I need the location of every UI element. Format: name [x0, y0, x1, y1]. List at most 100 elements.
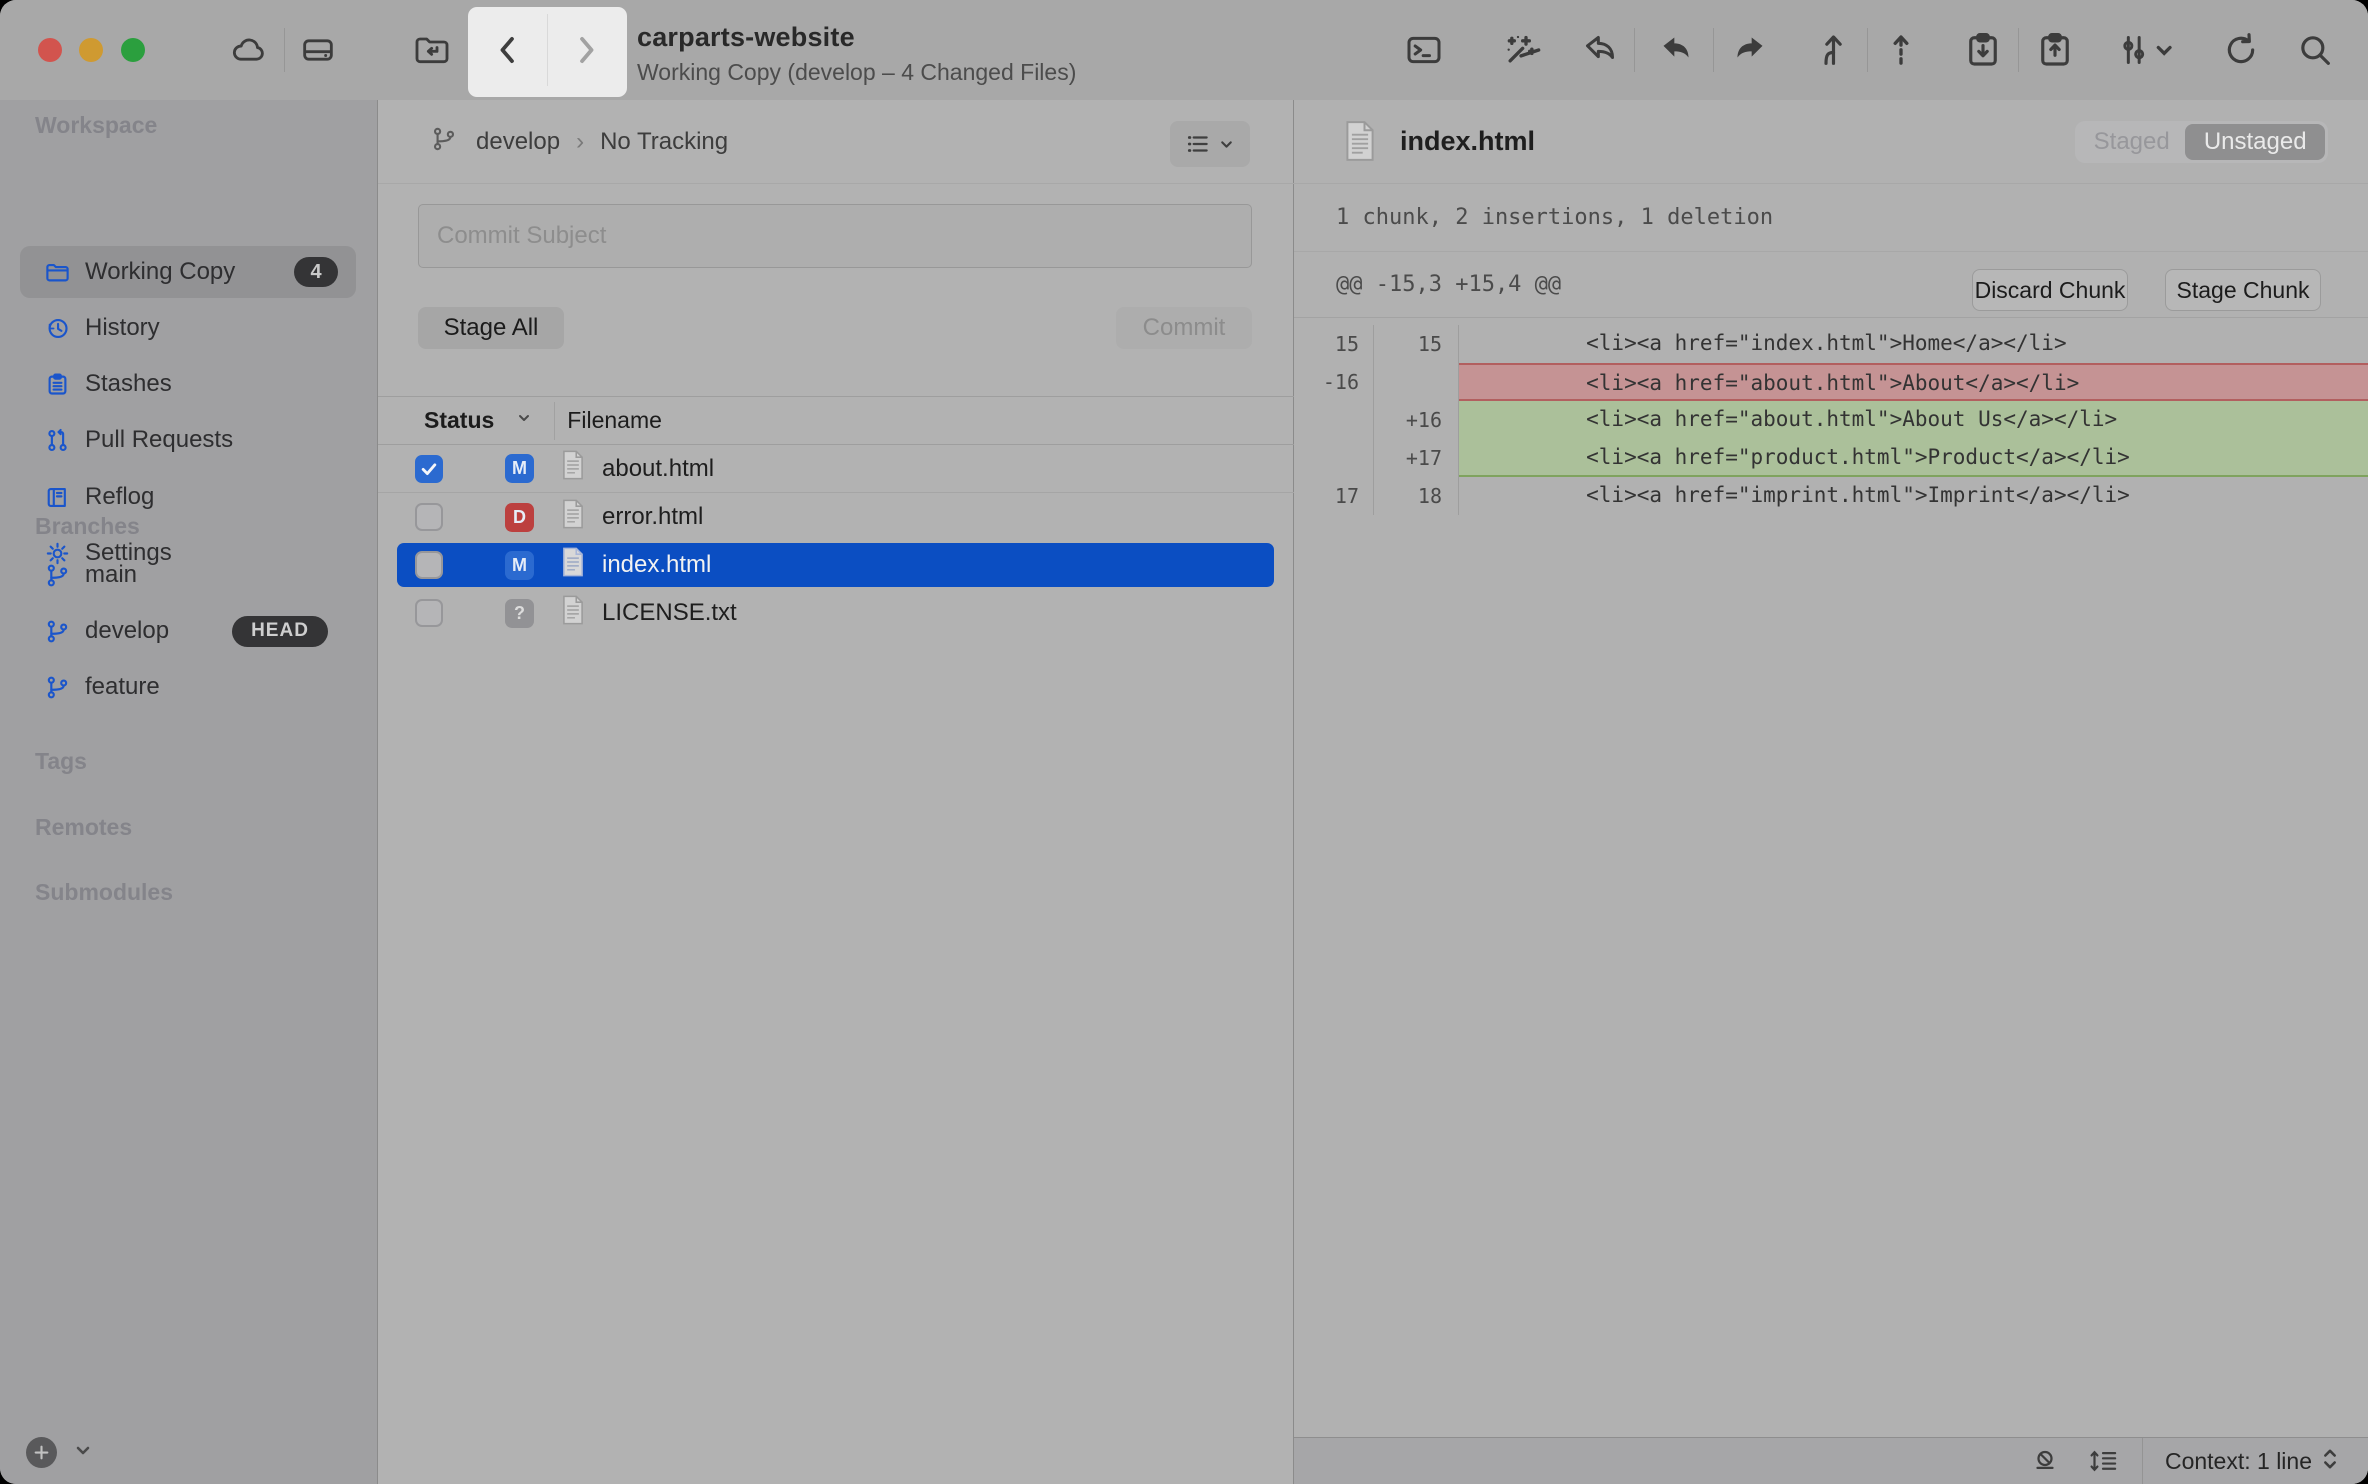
undo-icon[interactable] [1580, 30, 1620, 70]
branch-breadcrumb-bar: develop › No Tracking [378, 100, 1294, 184]
fetch-dashed-arrow-icon[interactable] [1881, 30, 1921, 70]
changes-panel: develop › No Tracking Stage All Commit S… [378, 100, 1294, 1484]
file-row-error[interactable]: D error.html [378, 493, 1294, 541]
push-icon[interactable] [1730, 30, 1770, 70]
sidebar-section-tags[interactable]: Tags [35, 748, 87, 775]
stage-checkbox[interactable] [415, 551, 443, 579]
file-icon [560, 449, 586, 488]
new-line-number: +17 [1374, 439, 1459, 477]
minimize-window-button[interactable] [79, 38, 103, 62]
stash-save-icon[interactable] [1962, 29, 2004, 71]
old-line-number: 17 [1294, 477, 1374, 515]
line-spacing-icon[interactable] [2086, 1446, 2120, 1476]
sort-chevron-icon[interactable] [516, 410, 532, 431]
sidebar-item-branch-develop[interactable]: develop HEAD [0, 605, 378, 657]
file-row-license[interactable]: ? LICENSE.txt [378, 589, 1294, 637]
sidebar-section-remotes[interactable]: Remotes [35, 814, 132, 841]
sidebar: Workspace Working Copy 4 History Stashes [0, 100, 378, 1484]
sidebar-section-submodules[interactable]: Submodules [35, 879, 173, 906]
diff-line-context: 15 15 <li><a href="index.html">Home</a><… [1294, 325, 2368, 363]
sidebar-item-working-copy[interactable]: Working Copy 4 [0, 246, 378, 298]
file-row-about[interactable]: M about.html [378, 445, 1294, 493]
add-repository-chevron[interactable] [71, 1438, 95, 1467]
add-repository-button[interactable] [26, 1437, 57, 1468]
sidebar-item-branch-feature[interactable]: feature [0, 661, 378, 713]
cloud-icon[interactable] [229, 30, 269, 70]
filename: error.html [602, 503, 703, 531]
column-divider [554, 402, 555, 440]
view-options-button[interactable] [1170, 121, 1250, 167]
pull-icon[interactable] [1656, 30, 1696, 70]
zoom-window-button[interactable] [121, 38, 145, 62]
sidebar-section-branches: Branches [35, 513, 140, 540]
diff-panel: index.html Staged Unstaged 1 chunk, 2 in… [1294, 100, 2368, 1484]
old-line-number [1294, 439, 1374, 477]
chunk-header-bar: @@ -15,3 +15,4 @@ Discard Chunk Stage Ch… [1294, 252, 2368, 318]
staged-tab[interactable]: Staged [2078, 124, 2185, 160]
merge-up-icon[interactable] [1811, 30, 1851, 70]
new-line-number: +16 [1374, 401, 1459, 439]
terminal-icon[interactable] [1404, 30, 1444, 70]
code-text: <li><a href="product.html">Product</a></… [1459, 439, 2368, 477]
stage-chunk-button[interactable]: Stage Chunk [2165, 269, 2321, 311]
stage-checkbox[interactable] [415, 503, 443, 531]
sidebar-item-label: develop [85, 617, 169, 645]
sidebar-section-workspace: Workspace [35, 112, 157, 139]
stash-apply-icon[interactable] [2034, 29, 2076, 71]
sidebar-item-branch-main[interactable]: main [0, 549, 378, 601]
changed-files-count-badge: 4 [294, 257, 338, 287]
toolbar-separator [2018, 28, 2019, 72]
sidebar-item-pull-requests[interactable]: Pull Requests [0, 414, 378, 466]
column-status[interactable]: Status [424, 407, 494, 434]
file-icon [560, 546, 586, 585]
sidebar-item-label: feature [85, 673, 160, 701]
file-row-index-selected[interactable]: M index.html [397, 543, 1274, 587]
context-stepper-icon[interactable] [2320, 1445, 2340, 1478]
diff-summary: 1 chunk, 2 insertions, 1 deletion [1336, 205, 1773, 230]
ignore-whitespace-icon[interactable] [2030, 1446, 2060, 1476]
forward-arrow-icon[interactable] [567, 31, 605, 69]
drive-icon[interactable] [298, 30, 338, 70]
breadcrumb-branch[interactable]: develop [476, 128, 560, 156]
filters-icon[interactable] [2114, 30, 2176, 70]
stage-all-button[interactable]: Stage All [418, 307, 564, 349]
status-badge-deleted: D [505, 503, 534, 532]
column-filename[interactable]: Filename [567, 407, 662, 434]
diff-header: index.html Staged Unstaged [1294, 100, 2368, 184]
old-line-number [1294, 401, 1374, 439]
sidebar-item-stashes[interactable]: Stashes [0, 358, 378, 410]
staged-unstaged-segmented-control: Staged Unstaged [2075, 121, 2328, 163]
breadcrumb-tracking[interactable]: No Tracking [600, 128, 728, 156]
unstaged-tab[interactable]: Unstaged [2185, 124, 2325, 160]
close-window-button[interactable] [38, 38, 62, 62]
repo-subtitle: Working Copy (develop – 4 Changed Files) [637, 59, 1076, 86]
commit-button[interactable]: Commit [1116, 307, 1252, 349]
code-text: <li><a href="imprint.html">Imprint</a></… [1459, 477, 2368, 515]
status-badge-modified: M [505, 551, 534, 580]
file-icon [1342, 118, 1378, 169]
search-icon[interactable] [2295, 30, 2335, 70]
branch-icon [44, 562, 71, 589]
titlebar-separator [284, 28, 285, 72]
repo-folder-icon[interactable] [410, 30, 454, 70]
statusbar-separator [2142, 1438, 2143, 1484]
old-line-number: 15 [1294, 325, 1374, 363]
stashes-icon [44, 371, 71, 398]
discard-chunk-button[interactable]: Discard Chunk [1972, 269, 2128, 311]
filename: about.html [602, 455, 714, 483]
stage-checkbox-checked[interactable] [415, 455, 443, 483]
refresh-icon[interactable] [2221, 30, 2261, 70]
commit-subject-input[interactable] [418, 204, 1252, 268]
sidebar-item-history[interactable]: History [0, 302, 378, 354]
code-text: <li><a href="about.html">About Us</a></l… [1459, 401, 2368, 439]
magic-wand-icon[interactable] [1501, 30, 1541, 70]
diff-line-insertion: +17 <li><a href="product.html">Product</… [1294, 439, 2368, 477]
file-icon [560, 594, 586, 633]
back-arrow-icon[interactable] [489, 31, 527, 69]
code-text: <li><a href="index.html">Home</a></li> [1459, 325, 2368, 363]
stage-checkbox[interactable] [415, 599, 443, 627]
filename: LICENSE.txt [602, 599, 737, 627]
diff-statusbar: Context: 1 line [1294, 1437, 2368, 1484]
head-badge: HEAD [232, 616, 328, 647]
context-lines-label[interactable]: Context: 1 line [2165, 1448, 2312, 1475]
